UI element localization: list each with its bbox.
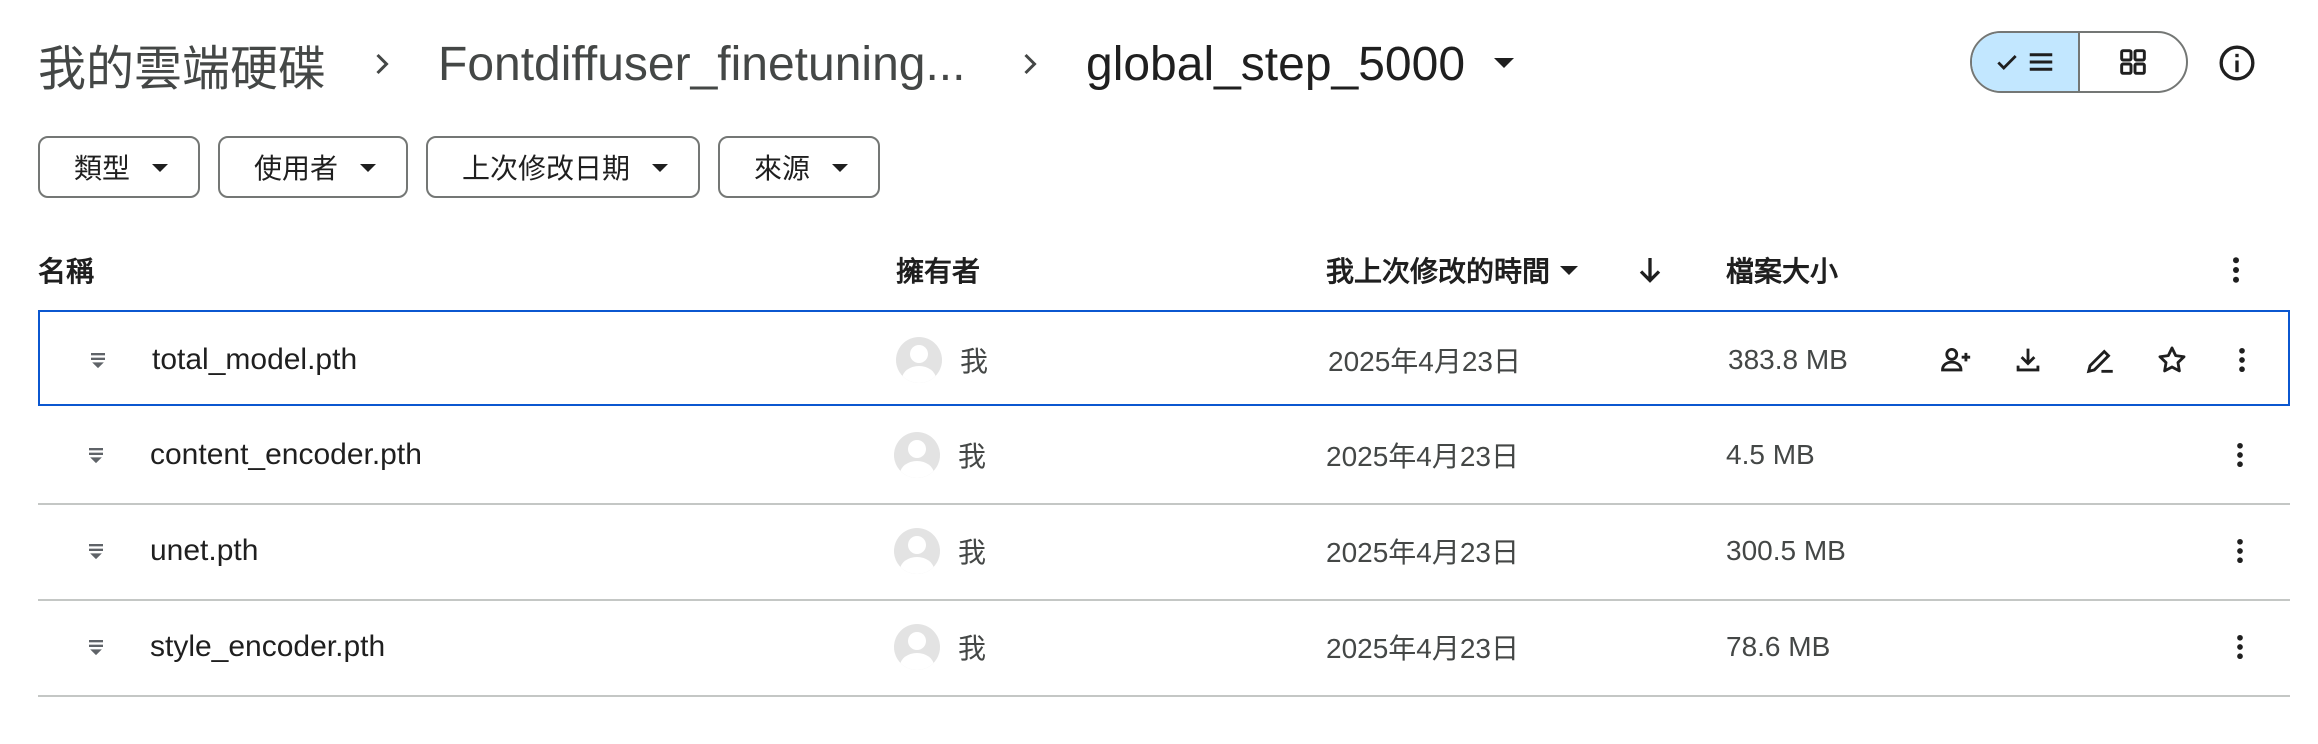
row-more-button[interactable] <box>2218 336 2266 384</box>
owner-cell: 我 <box>894 407 986 503</box>
filter-type-chip[interactable]: 類型 <box>38 136 200 198</box>
avatar-icon <box>894 432 940 478</box>
more-vert-icon <box>2237 538 2243 564</box>
avatar-icon <box>896 337 942 383</box>
chevron-right-icon <box>1024 53 1037 75</box>
share-button[interactable] <box>1932 336 1980 384</box>
column-header-name[interactable]: 名稱 <box>38 250 94 290</box>
file-row[interactable]: unet.pth 我 2025年4月23日 300.5 MB <box>38 503 2290 601</box>
breadcrumb-root[interactable]: 我的雲端硬碟 <box>38 28 326 100</box>
download-icon <box>2016 348 2040 372</box>
owner-cell: 我 <box>894 599 986 695</box>
file-row[interactable]: style_encoder.pth 我 2025年4月23日 78.6 MB <box>38 599 2290 697</box>
modified-menu-dropdown-icon <box>1560 265 1579 275</box>
file-size: 300.5 MB <box>1726 535 1846 566</box>
owner-cell: 我 <box>894 503 986 599</box>
dropdown-arrow-icon <box>152 164 168 172</box>
breadcrumb-current-folder[interactable]: global_step_5000 <box>1086 28 1465 100</box>
row-more-button[interactable] <box>2216 431 2264 479</box>
file-name[interactable]: unet.pth <box>150 503 258 599</box>
owner-name: 我 <box>958 441 987 472</box>
current-folder-name[interactable]: global_step_5000 <box>1086 37 1465 92</box>
row-divider <box>38 695 2290 697</box>
column-header-modified[interactable]: 我上次修改的時間 <box>1326 250 1579 290</box>
owner-name: 我 <box>960 346 989 377</box>
grid-view-icon <box>2120 49 2146 75</box>
file-name[interactable]: content_encoder.pth <box>150 407 422 503</box>
filter-people-label: 使用者 <box>254 153 339 184</box>
info-button[interactable] <box>2214 40 2260 86</box>
more-vert-icon <box>2239 347 2245 373</box>
share-icon <box>1941 347 1971 372</box>
modified-date: 2025年4月23日 <box>1326 633 1520 664</box>
modified-date: 2025年4月23日 <box>1326 441 1520 472</box>
file-name[interactable]: style_encoder.pth <box>150 599 385 695</box>
file-size: 4.5 MB <box>1726 439 1815 470</box>
dropdown-arrow-icon <box>832 164 848 172</box>
list-view-button[interactable] <box>1972 33 2080 91</box>
file-icon <box>82 407 110 503</box>
owner-cell: 我 <box>896 312 988 408</box>
sort-arrow-down-icon[interactable] <box>1632 252 1668 288</box>
filter-modified-chip[interactable]: 上次修改日期 <box>426 136 700 198</box>
breadcrumb-folder[interactable]: Fontdiffuser_finetuning... <box>438 28 965 100</box>
file-icon <box>82 599 110 695</box>
file-row[interactable]: content_encoder.pth 我 2025年4月23日 4.5 MB <box>38 407 2290 505</box>
file-icon <box>84 312 112 408</box>
filter-source-label: 來源 <box>754 153 811 184</box>
view-toggle[interactable] <box>1970 31 2188 93</box>
modified-date: 2025年4月23日 <box>1328 346 1522 377</box>
star-button[interactable] <box>2148 336 2196 384</box>
info-icon <box>2219 45 2255 81</box>
filter-type-label: 類型 <box>74 153 131 184</box>
chevron-right-icon <box>376 53 389 75</box>
list-view-icon <box>2029 53 2053 71</box>
row-more-button[interactable] <box>2216 527 2264 575</box>
dropdown-arrow-icon <box>360 164 376 172</box>
file-icon <box>82 503 110 599</box>
grid-view-button[interactable] <box>2080 33 2186 91</box>
column-header-modified-label: 我上次修改的時間 <box>1326 256 1551 287</box>
rename-button[interactable] <box>2076 336 2124 384</box>
avatar-icon <box>894 624 940 670</box>
more-vert-icon <box>2237 442 2243 468</box>
star-icon <box>2158 346 2186 373</box>
dropdown-arrow-icon <box>652 164 668 172</box>
more-vert-icon <box>2237 634 2243 660</box>
filter-modified-label: 上次修改日期 <box>462 153 631 184</box>
column-header-owner[interactable]: 擁有者 <box>896 250 980 290</box>
row-more-button[interactable] <box>2216 623 2264 671</box>
more-vert-icon[interactable] <box>2218 252 2254 288</box>
owner-name: 我 <box>958 633 987 664</box>
checkmark-icon <box>1997 55 2017 70</box>
filter-source-chip[interactable]: 來源 <box>718 136 880 198</box>
modified-date: 2025年4月23日 <box>1326 537 1520 568</box>
column-header-size[interactable]: 檔案大小 <box>1726 250 1838 290</box>
folder-menu-dropdown-icon[interactable] <box>1494 58 1514 68</box>
filter-people-chip[interactable]: 使用者 <box>218 136 408 198</box>
rename-icon <box>2086 349 2113 374</box>
avatar-icon <box>894 528 940 574</box>
owner-name: 我 <box>958 537 987 568</box>
file-size: 383.8 MB <box>1728 344 1848 375</box>
file-name[interactable]: total_model.pth <box>152 312 357 408</box>
download-button[interactable] <box>2004 336 2052 384</box>
file-size: 78.6 MB <box>1726 631 1831 662</box>
file-row[interactable]: total_model.pth 我 2025年4月23日 383.8 MB <box>38 310 2290 406</box>
